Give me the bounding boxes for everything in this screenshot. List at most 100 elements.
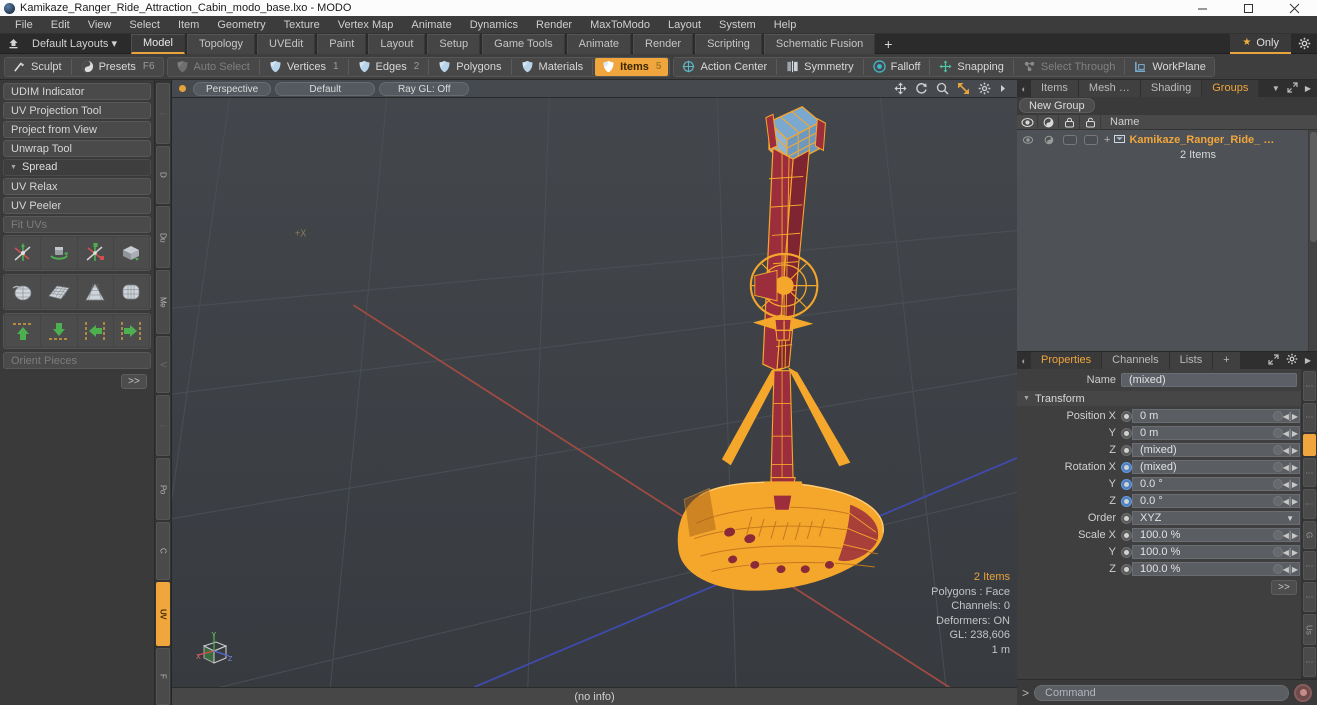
- transform-section-header[interactable]: ▼ Transform: [1017, 391, 1301, 406]
- value-knob[interactable]: [1273, 462, 1283, 472]
- property-channel-dot[interactable]: [1121, 563, 1132, 575]
- menu-vertex-map[interactable]: Vertex Map: [329, 16, 403, 34]
- tab-lists[interactable]: Lists: [1169, 352, 1214, 369]
- property-value-input[interactable]: (mixed) ◀│▶: [1132, 460, 1300, 474]
- left-vtab-du[interactable]: Du: [156, 205, 170, 269]
- property-channel-dot[interactable]: [1121, 512, 1132, 524]
- tool-uv-projection-tool[interactable]: UV Projection Tool: [3, 102, 151, 119]
- menu-texture[interactable]: Texture: [275, 16, 329, 34]
- layout-tab-render[interactable]: Render: [633, 33, 694, 54]
- property-value-input[interactable]: 100.0 % ◀│▶: [1132, 562, 1300, 576]
- menu-system[interactable]: System: [710, 16, 765, 34]
- property-value-input[interactable]: 100.0 % ◀│▶: [1132, 528, 1300, 542]
- lock-column-icon[interactable]: [1059, 114, 1080, 130]
- value-knob[interactable]: [1273, 445, 1283, 455]
- value-stepper-icon[interactable]: ◀│▶: [1283, 480, 1298, 489]
- only-toggle[interactable]: ★ Only: [1230, 33, 1291, 54]
- command-input[interactable]: Command: [1034, 684, 1289, 701]
- property-value-input[interactable]: 0.0 ° ◀│▶: [1132, 494, 1300, 508]
- move-uv-icon[interactable]: [5, 237, 41, 269]
- vertices-button[interactable]: Vertices 1: [262, 58, 346, 76]
- value-stepper-icon[interactable]: ◀│▶: [1283, 412, 1298, 421]
- visibility-column-icon[interactable]: [1017, 114, 1038, 130]
- panel-menu-icon[interactable]: ◐: [1017, 80, 1031, 97]
- props-vtab-more-4[interactable]: ⋮: [1302, 489, 1316, 519]
- action-center-button[interactable]: Action Center: [675, 58, 774, 76]
- fit-view-icon[interactable]: [957, 82, 970, 95]
- tab-properties[interactable]: Properties: [1031, 352, 1103, 369]
- align-up-icon[interactable]: [5, 315, 41, 347]
- menu-layout[interactable]: Layout: [659, 16, 710, 34]
- expand-plus-icon[interactable]: +: [1104, 134, 1110, 146]
- props-vtab-g[interactable]: G: [1302, 520, 1316, 549]
- value-stepper-icon[interactable]: ◀│▶: [1283, 565, 1298, 574]
- left-vtab-v[interactable]: V: [156, 335, 170, 394]
- value-stepper-icon[interactable]: ◀│▶: [1283, 531, 1298, 540]
- value-knob[interactable]: [1273, 564, 1283, 574]
- property-channel-dot[interactable]: [1121, 427, 1132, 439]
- property-channel-dot[interactable]: [1121, 495, 1132, 507]
- property-value-input[interactable]: XYZ ▼: [1132, 511, 1300, 525]
- properties-more-button[interactable]: >>: [1271, 580, 1297, 595]
- property-value-input[interactable]: 0 m ◀│▶: [1132, 409, 1300, 423]
- left-more-button[interactable]: >>: [121, 374, 147, 389]
- menu-file[interactable]: File: [6, 16, 42, 34]
- maximize-icon[interactable]: [1225, 0, 1271, 16]
- move-view-icon[interactable]: [894, 82, 907, 95]
- property-channel-dot[interactable]: [1121, 461, 1132, 473]
- value-knob[interactable]: [1273, 547, 1283, 557]
- row-visibility-icon[interactable]: [1017, 130, 1038, 150]
- left-vtab-d[interactable]: D: [156, 145, 170, 204]
- props-vtab-more-9[interactable]: ⋮: [1302, 647, 1316, 677]
- tool-fit-uvs[interactable]: Fit UVs: [3, 216, 151, 233]
- viewport-more-icon[interactable]: [999, 82, 1007, 95]
- plane-uv-icon[interactable]: [41, 276, 77, 308]
- value-stepper-icon[interactable]: ◀│▶: [1283, 497, 1298, 506]
- tab-add[interactable]: +: [1213, 352, 1241, 369]
- align-left-icon[interactable]: [77, 315, 113, 347]
- align-right-icon[interactable]: [113, 315, 149, 347]
- sphere-uv-icon[interactable]: [5, 276, 41, 308]
- menu-view[interactable]: View: [79, 16, 121, 34]
- rotate-uv-icon[interactable]: [41, 237, 77, 269]
- property-value-input[interactable]: 100.0 % ◀│▶: [1132, 545, 1300, 559]
- left-vtab-po[interactable]: Po: [156, 458, 170, 520]
- 3d-viewport[interactable]: +X 2 Items Polygons: Face Channels: 0 D…: [172, 98, 1017, 687]
- row-select-checkbox[interactable]: [1080, 130, 1101, 150]
- properties-gear-icon[interactable]: [1286, 353, 1298, 368]
- auto-select-button[interactable]: Auto Select: [169, 58, 257, 76]
- menu-item[interactable]: Item: [169, 16, 208, 34]
- menu-render[interactable]: Render: [527, 16, 581, 34]
- layout-tab-topology[interactable]: Topology: [186, 33, 256, 54]
- props-vtab-more-7[interactable]: ⋮: [1302, 582, 1316, 612]
- tool-uv-peeler[interactable]: UV Peeler: [3, 197, 151, 214]
- tool-orient-pieces[interactable]: Orient Pieces: [3, 352, 151, 369]
- tab-items[interactable]: Items: [1031, 80, 1079, 97]
- record-icon[interactable]: [1294, 683, 1312, 702]
- spread-section-header[interactable]: ▼ Spread: [3, 159, 151, 176]
- tab-channels[interactable]: Channels: [1102, 352, 1170, 369]
- properties-expand-icon[interactable]: [1268, 353, 1279, 368]
- menu-select[interactable]: Select: [120, 16, 169, 34]
- property-channel-dot[interactable]: [1121, 410, 1132, 422]
- property-channel-dot[interactable]: [1121, 444, 1132, 456]
- property-channel-dot[interactable]: [1121, 546, 1132, 558]
- properties-more-icon[interactable]: ▶: [1305, 356, 1311, 365]
- value-stepper-icon[interactable]: ◀│▶: [1283, 429, 1298, 438]
- property-value-input[interactable]: 0.0 ° ◀│▶: [1132, 477, 1300, 491]
- left-vtab-me[interactable]: Me: [156, 270, 170, 334]
- layout-tab-schematic-fusion[interactable]: Schematic Fusion: [763, 33, 876, 54]
- falloff-button[interactable]: Falloff: [866, 58, 928, 76]
- value-knob[interactable]: [1273, 411, 1283, 421]
- polygons-button[interactable]: Polygons: [431, 58, 508, 76]
- value-stepper-icon[interactable]: ◀│▶: [1283, 463, 1298, 472]
- scale-uv-icon[interactable]: [77, 237, 113, 269]
- items-button[interactable]: Items 5: [595, 57, 669, 76]
- sculpt-button[interactable]: Sculpt: [6, 58, 69, 76]
- menu-geometry[interactable]: Geometry: [208, 16, 274, 34]
- viewport-settings-icon[interactable]: [978, 82, 991, 95]
- tab-mesh[interactable]: Mesh …: [1078, 80, 1141, 97]
- row-render-icon[interactable]: [1038, 130, 1059, 150]
- tool-udim-indicator[interactable]: UDIM Indicator: [3, 83, 151, 100]
- symmetry-button[interactable]: Symmetry: [779, 58, 861, 76]
